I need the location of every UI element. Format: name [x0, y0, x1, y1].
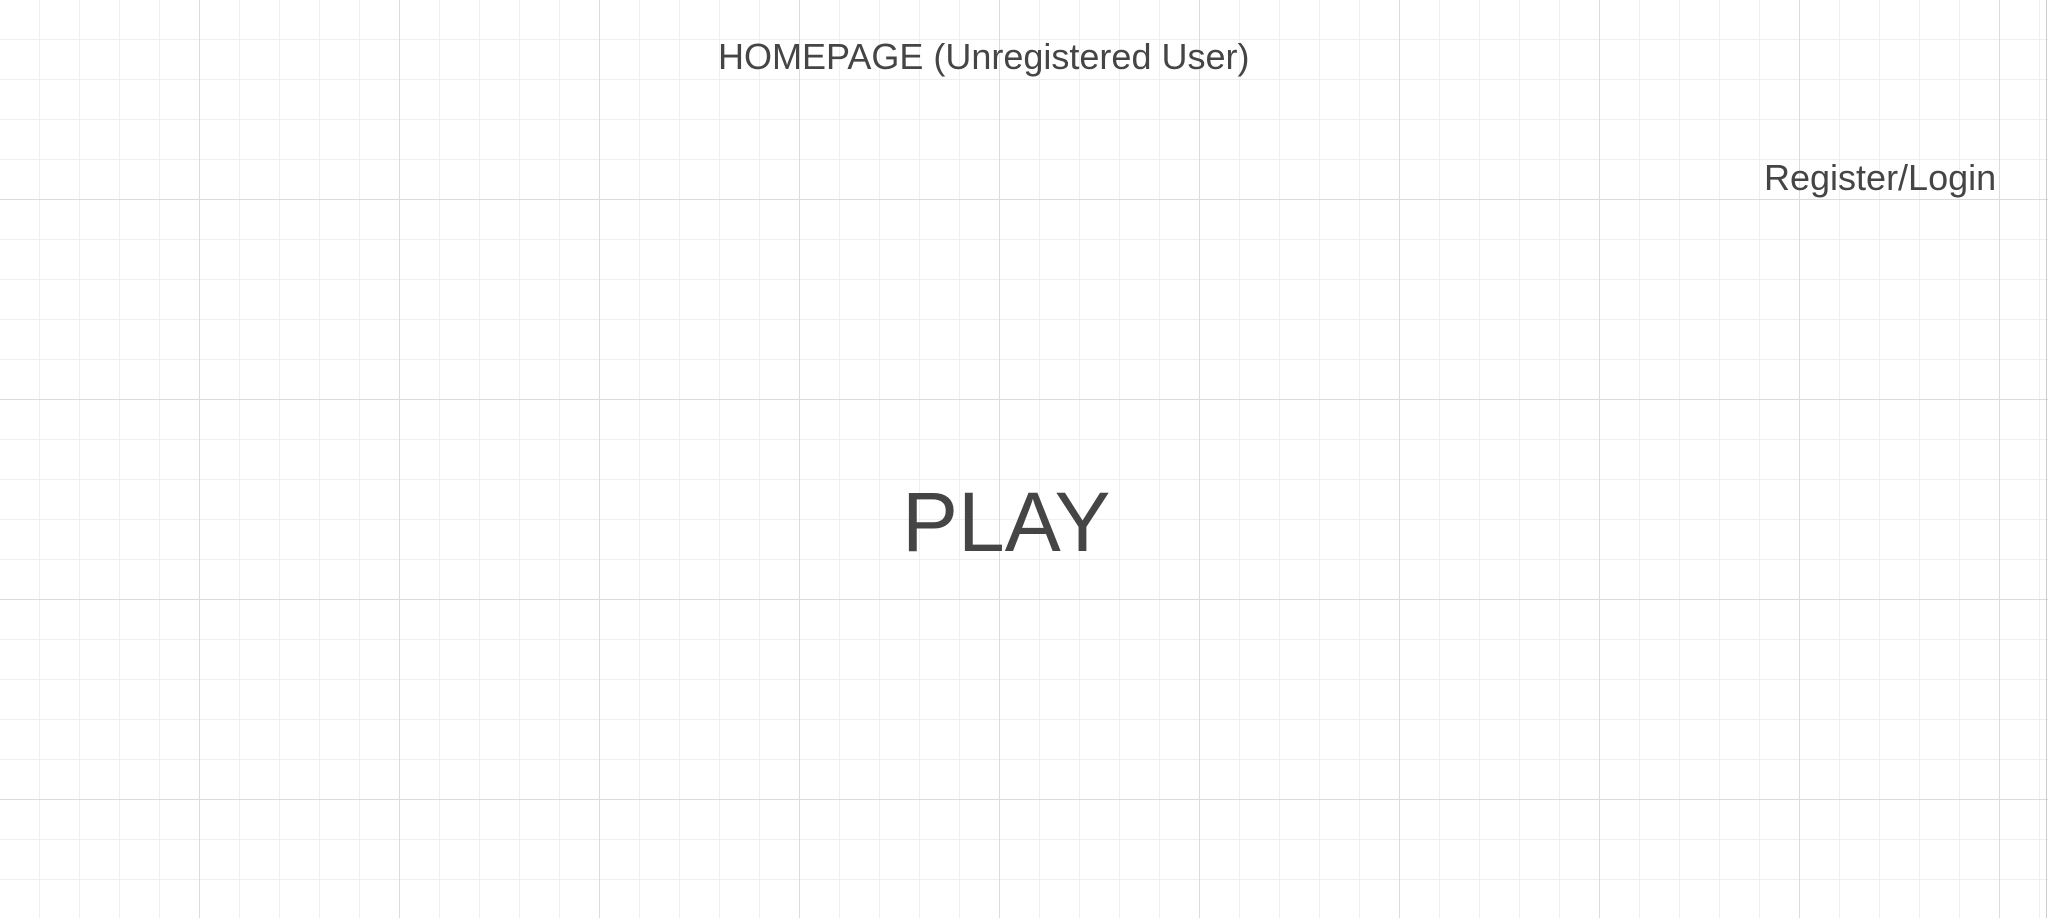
play-button[interactable]: PLAY	[902, 474, 1111, 570]
canvas-right-border	[2046, 0, 2047, 918]
page-title: HOMEPAGE (Unregistered User)	[718, 36, 1250, 77]
wireframe-canvas: HOMEPAGE (Unregistered User) Register/Lo…	[0, 0, 2048, 918]
register-login-link[interactable]: Register/Login	[1764, 158, 1996, 198]
